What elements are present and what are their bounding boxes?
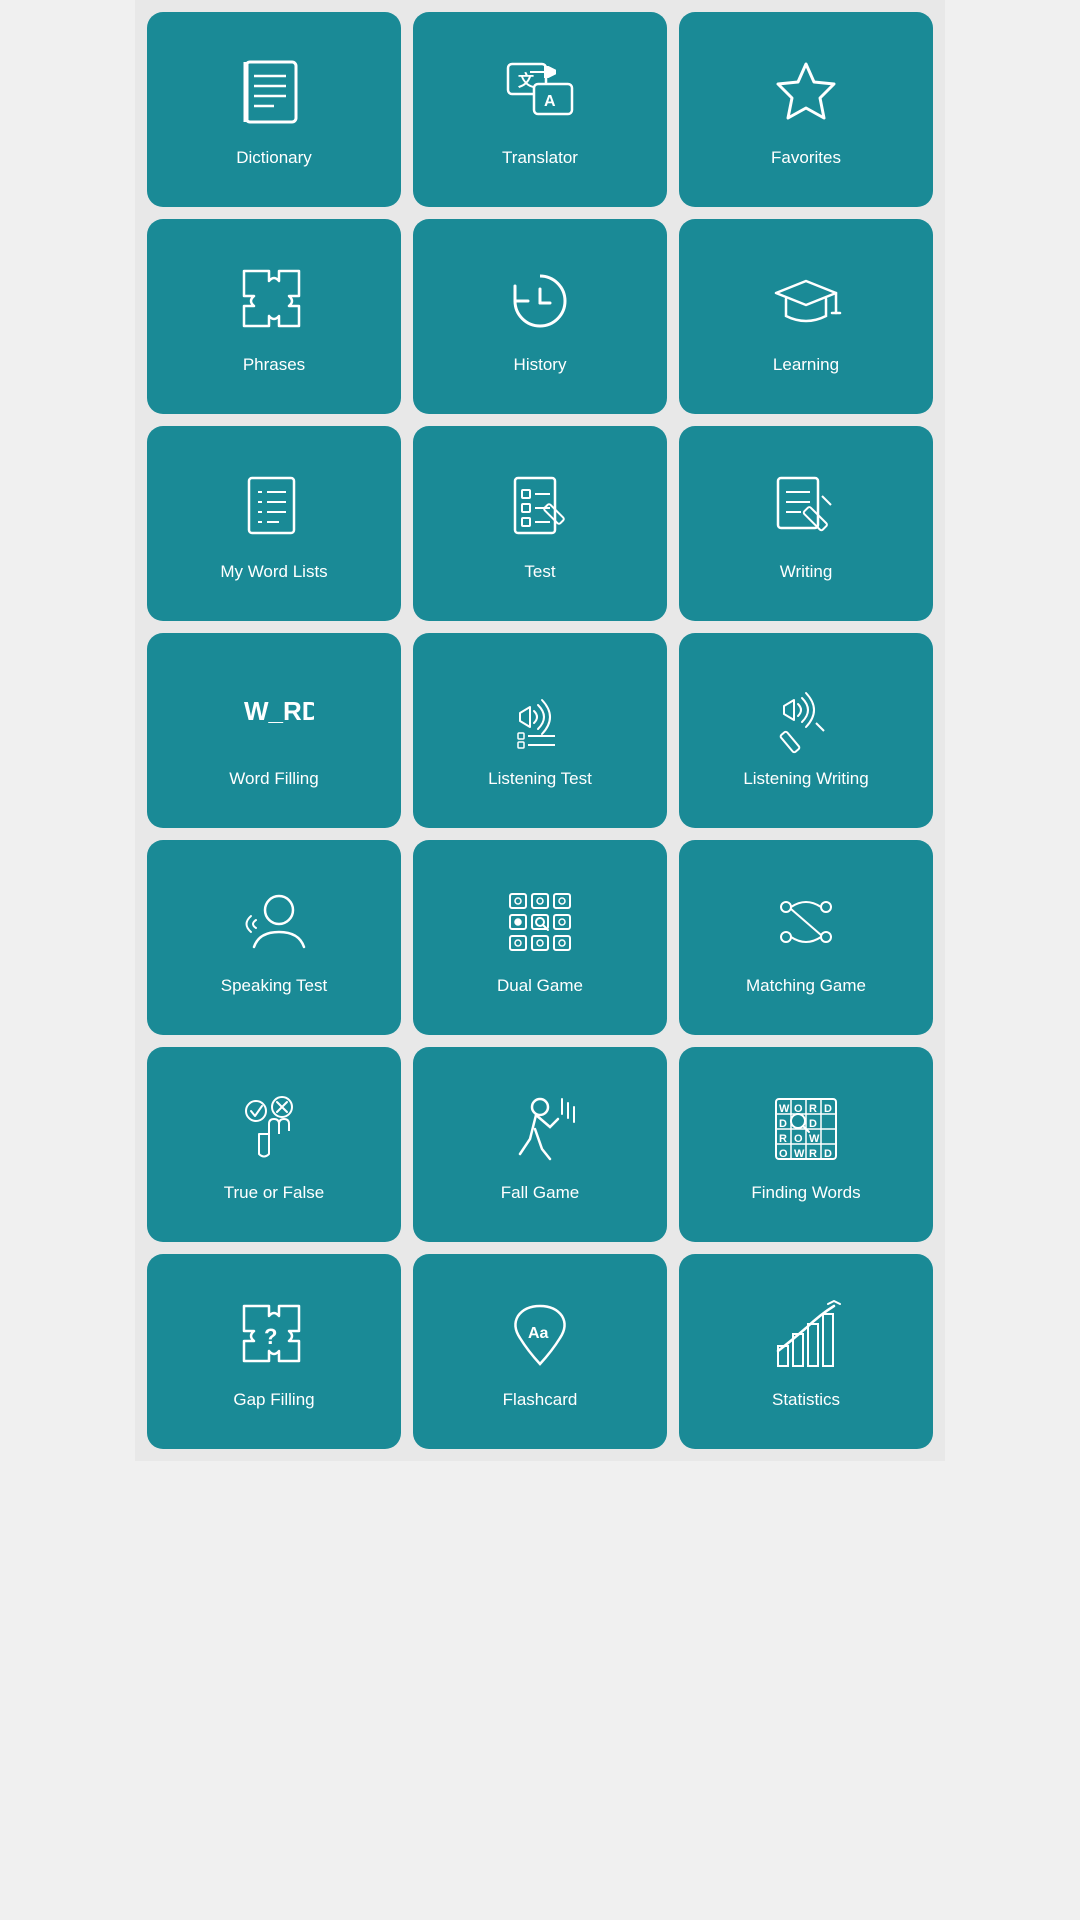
svg-text:D: D (779, 1118, 787, 1130)
gap-filling-label: Gap Filling (233, 1390, 314, 1410)
tile-listening-test[interactable]: Listening Test (413, 633, 667, 828)
svg-text:R: R (809, 1148, 817, 1160)
learning-label: Learning (773, 355, 839, 375)
svg-text:R: R (809, 1103, 817, 1115)
matching-game-icon (766, 882, 846, 962)
svg-text:D: D (824, 1148, 832, 1160)
tile-finding-words[interactable]: W O R D D D R O W O W R D Finding Words (679, 1047, 933, 1242)
my-word-lists-icon (234, 468, 314, 548)
flashcard-label: Flashcard (503, 1390, 578, 1410)
svg-text:?: ? (264, 1324, 277, 1349)
svg-text:Aa: Aa (528, 1325, 549, 1342)
fall-game-icon (500, 1089, 580, 1169)
svg-text:文: 文 (518, 71, 535, 90)
speaking-test-icon (234, 882, 314, 962)
dual-game-icon (500, 882, 580, 962)
app-grid: Dictionary 文 A Translator (135, 0, 945, 1461)
phrases-label: Phrases (243, 355, 305, 375)
tile-speaking-test[interactable]: Speaking Test (147, 840, 401, 1035)
listening-test-icon (500, 675, 580, 755)
history-icon (500, 261, 580, 341)
true-or-false-label: True or False (224, 1183, 324, 1203)
svg-text:O: O (794, 1133, 803, 1145)
tile-fall-game[interactable]: Fall Game (413, 1047, 667, 1242)
tile-history[interactable]: History (413, 219, 667, 414)
tile-flashcard[interactable]: Aa Flashcard (413, 1254, 667, 1449)
tile-test[interactable]: Test (413, 426, 667, 621)
favorites-icon (766, 54, 846, 134)
tile-learning[interactable]: Learning (679, 219, 933, 414)
svg-text:O: O (779, 1148, 788, 1160)
tile-translator[interactable]: 文 A Translator (413, 12, 667, 207)
tile-gap-filling[interactable]: ? Gap Filling (147, 1254, 401, 1449)
tile-my-word-lists[interactable]: My Word Lists (147, 426, 401, 621)
dictionary-icon (234, 54, 314, 134)
phrases-icon (234, 261, 314, 341)
my-word-lists-label: My Word Lists (220, 562, 327, 582)
true-or-false-icon (234, 1089, 314, 1169)
svg-text:D: D (824, 1103, 832, 1115)
tile-matching-game[interactable]: Matching Game (679, 840, 933, 1035)
word-filling-icon: W_RD (234, 675, 314, 755)
writing-label: Writing (780, 562, 833, 582)
matching-game-label: Matching Game (746, 976, 866, 996)
word-filling-label: Word Filling (229, 769, 318, 789)
tile-listening-writing[interactable]: Listening Writing (679, 633, 933, 828)
svg-text:W: W (809, 1133, 820, 1145)
tile-statistics[interactable]: Statistics (679, 1254, 933, 1449)
dictionary-label: Dictionary (236, 148, 312, 168)
flashcard-icon: Aa (500, 1296, 580, 1376)
fall-game-label: Fall Game (501, 1183, 579, 1203)
finding-words-icon: W O R D D D R O W O W R D (766, 1089, 846, 1169)
favorites-label: Favorites (771, 148, 841, 168)
translator-label: Translator (502, 148, 578, 168)
tile-true-or-false[interactable]: True or False (147, 1047, 401, 1242)
writing-icon (766, 468, 846, 548)
svg-text:A: A (544, 93, 556, 110)
svg-text:W: W (794, 1148, 805, 1160)
test-icon (500, 468, 580, 548)
listening-writing-label: Listening Writing (743, 769, 868, 789)
dual-game-label: Dual Game (497, 976, 583, 996)
svg-text:W: W (779, 1103, 790, 1115)
svg-text:W_RD: W_RD (244, 696, 314, 726)
tile-favorites[interactable]: Favorites (679, 12, 933, 207)
statistics-label: Statistics (772, 1390, 840, 1410)
test-label: Test (524, 562, 555, 582)
svg-text:R: R (779, 1133, 787, 1145)
svg-text:D: D (809, 1118, 817, 1130)
statistics-icon (766, 1296, 846, 1376)
finding-words-label: Finding Words (751, 1183, 860, 1203)
tile-writing[interactable]: Writing (679, 426, 933, 621)
tile-dictionary[interactable]: Dictionary (147, 12, 401, 207)
history-label: History (514, 355, 567, 375)
gap-filling-icon: ? (234, 1296, 314, 1376)
translator-icon: 文 A (500, 54, 580, 134)
tile-word-filling[interactable]: W_RD Word Filling (147, 633, 401, 828)
learning-icon (766, 261, 846, 341)
tile-dual-game[interactable]: Dual Game (413, 840, 667, 1035)
listening-test-label: Listening Test (488, 769, 592, 789)
tile-phrases[interactable]: Phrases (147, 219, 401, 414)
listening-writing-icon (766, 675, 846, 755)
speaking-test-label: Speaking Test (221, 976, 327, 996)
